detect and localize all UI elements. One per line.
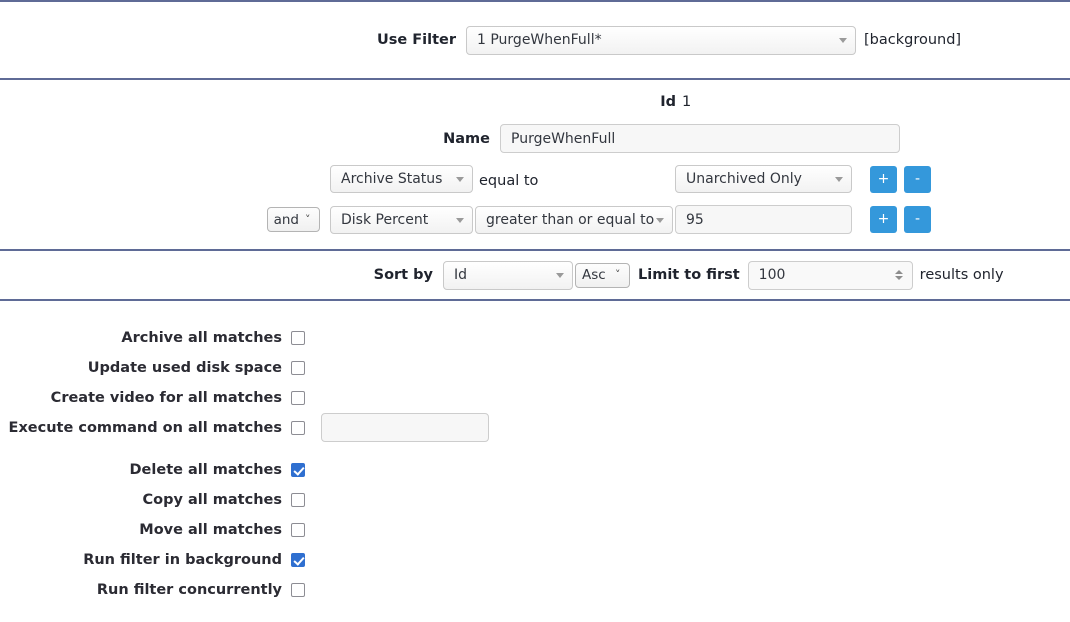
actions-spacer — [0, 443, 1070, 455]
use-filter-select-value: 1 PurgeWhenFull* — [477, 32, 602, 48]
condition-field-select-1[interactable]: Archive Status — [330, 165, 473, 193]
results-only-label: results only — [919, 267, 1004, 283]
sort-field-value: Id — [454, 267, 468, 283]
filter-form-section: Id 1 Name PurgeWhenFull Archive Status e… — [0, 80, 1070, 249]
condition-value-cell: Unarchived Only — [675, 165, 870, 193]
checkbox-update-used-disk-space[interactable] — [291, 360, 305, 375]
checkbox-move-all-matches[interactable] — [291, 522, 305, 537]
chevron-down-icon: ˅ — [615, 268, 621, 281]
checkbox-archive-all-matches[interactable] — [291, 330, 305, 345]
sort-field-select[interactable]: Id — [443, 260, 573, 290]
condition-operator-cell: equal to — [475, 170, 675, 189]
use-filter-section: Use Filter 1 PurgeWhenFull* [background] — [0, 2, 1070, 78]
sort-section: Sort by Id Asc ˅ Limit to first 100 resu… — [0, 251, 1070, 299]
action-label: Archive all matches — [121, 329, 282, 346]
sort-direction-select[interactable]: Asc ˅ — [575, 262, 630, 288]
action-label: Create video for all matches — [50, 389, 282, 406]
chevron-down-icon — [656, 217, 664, 223]
filter-editor-page: Use Filter 1 PurgeWhenFull* [background]… — [0, 0, 1070, 622]
checkbox-execute-command-on-all-matches[interactable] — [291, 420, 305, 435]
condition-buttons-2: + - — [870, 206, 931, 233]
sort-by-label: Sort by — [373, 267, 433, 283]
action-row-run-filter-in-background: Run filter in background — [0, 545, 1070, 574]
sort-direction-value: Asc — [582, 267, 606, 283]
use-filter-row: Use Filter 1 PurgeWhenFull* [background] — [0, 25, 962, 55]
condition-operator-cell: greater than or equal to — [475, 205, 675, 234]
action-row-copy-all-matches: Copy all matches — [0, 485, 1070, 514]
chevron-down-icon — [556, 273, 564, 278]
checkbox-create-video-for-all-matches[interactable] — [291, 390, 305, 405]
condition-row: Archive Status equal to Unarchived Only … — [0, 165, 1070, 193]
checkbox-run-filter-concurrently[interactable] — [291, 582, 305, 597]
chevron-down-icon — [456, 217, 464, 223]
condition-field-select-2[interactable]: Disk Percent — [330, 205, 473, 234]
limit-input[interactable]: 100 — [747, 260, 913, 290]
action-label: Run filter concurrently — [96, 581, 282, 598]
chevron-down-icon — [835, 177, 843, 182]
condition-value-1: Unarchived Only — [686, 171, 802, 187]
spinner-up-icon[interactable] — [895, 270, 904, 274]
checkbox-run-filter-in-background[interactable] — [291, 552, 305, 567]
name-label: Name — [443, 130, 490, 147]
remove-condition-button-2[interactable]: - — [904, 206, 931, 233]
chevron-down-icon — [839, 38, 847, 43]
condition-row: and ˅ Disk Percent greater than or equal… — [0, 205, 1070, 234]
number-spinner-icon[interactable] — [894, 267, 905, 283]
chevron-down-icon: ˅ — [305, 212, 311, 226]
action-label: Delete all matches — [129, 461, 282, 478]
condition-field-cell: Archive Status — [330, 165, 475, 193]
condition-operator-value-2: greater than or equal to — [486, 211, 655, 228]
spinner-down-icon[interactable] — [895, 276, 904, 280]
checkbox-delete-all-matches[interactable] — [291, 462, 305, 477]
use-filter-select[interactable]: 1 PurgeWhenFull* — [466, 25, 856, 55]
id-label: Id — [660, 94, 676, 110]
limit-label: Limit to first — [638, 267, 740, 283]
checkbox-copy-all-matches[interactable] — [291, 492, 305, 507]
id-value: 1 — [682, 94, 692, 110]
action-row-archive-all-matches: Archive all matches — [0, 323, 1070, 352]
condition-value-select-1[interactable]: Unarchived Only — [675, 165, 852, 193]
condition-field-value-2: Disk Percent — [341, 211, 429, 228]
action-label: Move all matches — [139, 521, 282, 538]
use-filter-label: Use Filter — [376, 32, 456, 48]
action-row-create-video-for-all-matches: Create video for all matches — [0, 383, 1070, 412]
condition-value-input-2[interactable]: 95 — [675, 205, 852, 234]
actions-section: Archive all matches Update used disk spa… — [0, 301, 1070, 604]
condition-buttons-1: + - — [870, 165, 931, 193]
action-row-update-used-disk-space: Update used disk space — [0, 353, 1070, 382]
add-condition-button-2[interactable]: + — [870, 206, 897, 233]
action-row-delete-all-matches: Delete all matches — [0, 455, 1070, 484]
conjunction-select-2[interactable]: and ˅ — [266, 207, 320, 232]
action-row-run-filter-concurrently: Run filter concurrently — [0, 575, 1070, 604]
condition-operator-select-2[interactable]: greater than or equal to — [475, 205, 673, 234]
action-label: Copy all matches — [142, 491, 282, 508]
execute-command-input[interactable] — [321, 413, 489, 442]
action-label: Run filter in background — [83, 551, 282, 568]
conjunction-cell: and ˅ — [0, 207, 330, 232]
action-row-move-all-matches: Move all matches — [0, 515, 1070, 544]
add-condition-button-1[interactable]: + — [870, 165, 897, 193]
chevron-down-icon — [456, 177, 464, 182]
name-row: Name PurgeWhenFull — [0, 124, 1070, 153]
condition-field-value-1: Archive Status — [341, 171, 443, 187]
condition-operator-text-1: equal to — [479, 172, 539, 189]
action-label: Execute command on all matches — [8, 419, 282, 436]
background-indicator: [background] — [864, 32, 962, 48]
limit-value: 100 — [758, 267, 786, 283]
remove-condition-button-1[interactable]: - — [904, 165, 931, 193]
condition-field-cell: Disk Percent — [330, 205, 475, 234]
name-input[interactable]: PurgeWhenFull — [500, 124, 900, 153]
id-row: Id 1 — [0, 94, 1070, 110]
conjunction-value-2: and — [273, 211, 299, 228]
condition-value-cell: 95 — [675, 205, 870, 234]
action-label: Update used disk space — [87, 359, 282, 376]
action-row-execute-command-on-all-matches: Execute command on all matches — [0, 413, 1070, 442]
